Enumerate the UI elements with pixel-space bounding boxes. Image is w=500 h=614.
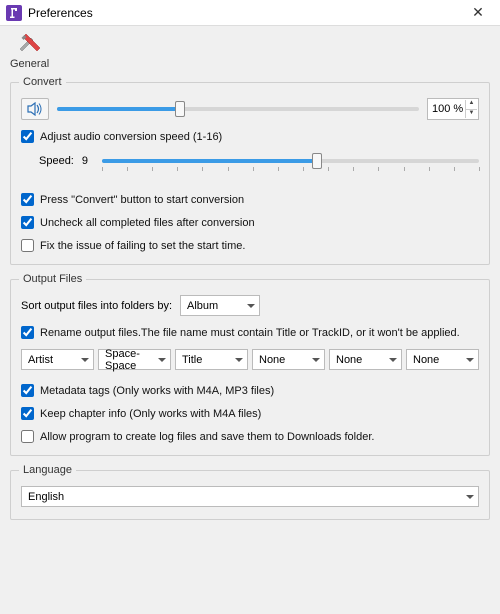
language-group: Language English <box>10 464 490 520</box>
speed-slider[interactable] <box>102 153 479 169</box>
tools-icon <box>16 32 44 56</box>
rename-checkbox[interactable]: Rename output files.The file name must c… <box>21 326 460 339</box>
general-tab-label: General <box>10 58 49 70</box>
sort-label: Sort output files into folders by: <box>21 300 172 312</box>
speaker-button[interactable] <box>21 98 49 120</box>
rename-label: Rename output files.The file name must c… <box>40 327 460 339</box>
volume-down[interactable]: ▼ <box>465 110 477 119</box>
uncheck-completed-label: Uncheck all completed files after conver… <box>40 217 255 229</box>
log-checkbox[interactable]: Allow program to create log files and sa… <box>21 430 374 443</box>
press-convert-checkbox[interactable]: Press "Convert" button to start conversi… <box>21 193 244 206</box>
volume-spinner[interactable]: 100 % ▲ ▼ <box>427 98 479 120</box>
language-legend: Language <box>19 464 76 476</box>
output-files-legend: Output Files <box>19 273 86 285</box>
field-5-select[interactable]: None <box>329 349 402 370</box>
fix-issue-label: Fix the issue of failing to set the star… <box>40 240 245 252</box>
chevron-down-icon <box>158 358 166 362</box>
volume-slider[interactable] <box>57 101 419 117</box>
chevron-down-icon <box>389 358 397 362</box>
field-3-select[interactable]: Title <box>175 349 248 370</box>
chevron-down-icon <box>466 358 474 362</box>
field-6-select[interactable]: None <box>406 349 479 370</box>
adjust-speed-checkbox[interactable]: Adjust audio conversion speed (1-16) <box>21 130 222 143</box>
convert-group: Convert 100 % ▲ ▼ <box>10 76 490 265</box>
chevron-down-icon <box>466 495 474 499</box>
category-toolbar: General <box>10 32 490 70</box>
filename-fields: Artist Space-Space Title None None None <box>21 349 479 370</box>
chevron-down-icon <box>235 358 243 362</box>
close-button[interactable]: ✕ <box>460 4 496 21</box>
general-tab[interactable]: General <box>10 32 49 70</box>
speaker-icon <box>27 102 43 116</box>
window-title: Preferences <box>28 6 460 20</box>
chapter-checkbox[interactable]: Keep chapter info (Only works with M4A f… <box>21 407 261 420</box>
sort-select[interactable]: Album <box>180 295 260 316</box>
sort-value: Album <box>187 300 218 312</box>
field-1-select[interactable]: Artist <box>21 349 94 370</box>
chevron-down-icon <box>81 358 89 362</box>
speed-value: 9 <box>82 155 94 167</box>
log-label: Allow program to create log files and sa… <box>40 431 374 443</box>
uncheck-completed-checkbox[interactable]: Uncheck all completed files after conver… <box>21 216 255 229</box>
adjust-speed-label: Adjust audio conversion speed (1-16) <box>40 131 222 143</box>
press-convert-label: Press "Convert" button to start conversi… <box>40 194 244 206</box>
output-files-group: Output Files Sort output files into fold… <box>10 273 490 456</box>
chapter-label: Keep chapter info (Only works with M4A f… <box>40 408 261 420</box>
language-select[interactable]: English <box>21 486 479 507</box>
chevron-down-icon <box>312 358 320 362</box>
field-2-select[interactable]: Space-Space <box>98 349 171 370</box>
metadata-label: Metadata tags (Only works with M4A, MP3 … <box>40 385 274 397</box>
fix-issue-checkbox[interactable]: Fix the issue of failing to set the star… <box>21 239 245 252</box>
volume-up[interactable]: ▲ <box>465 100 477 110</box>
speed-label: Speed: <box>39 155 74 167</box>
volume-value: 100 % <box>432 103 463 115</box>
field-4-select[interactable]: None <box>252 349 325 370</box>
convert-legend: Convert <box>19 76 66 88</box>
title-bar: Preferences ✕ <box>0 0 500 26</box>
chevron-down-icon <box>247 304 255 308</box>
language-value: English <box>28 491 64 503</box>
metadata-checkbox[interactable]: Metadata tags (Only works with M4A, MP3 … <box>21 384 274 397</box>
app-icon <box>6 5 22 21</box>
